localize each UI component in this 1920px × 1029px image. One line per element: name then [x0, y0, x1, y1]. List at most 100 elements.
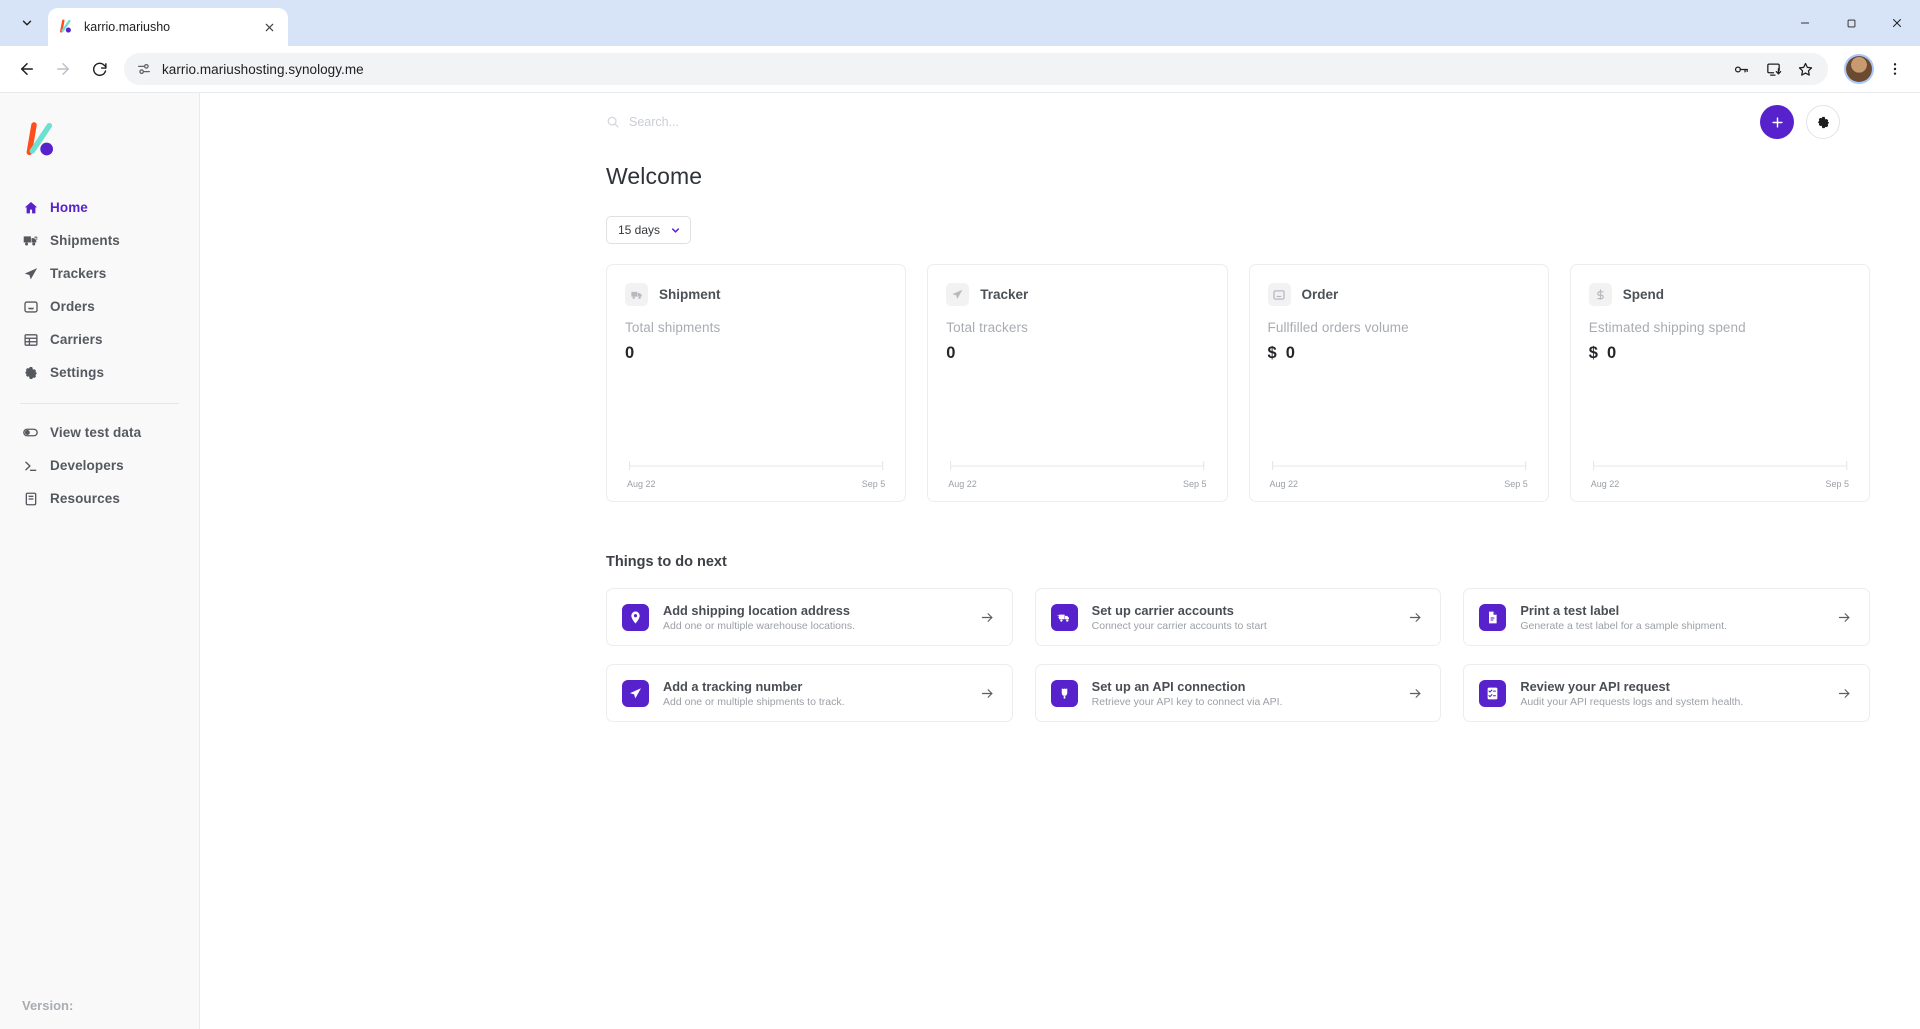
sidebar-item-settings[interactable]: Settings: [0, 356, 199, 389]
dollar-icon: [1588, 283, 1612, 306]
todo-title: Add a tracking number: [663, 678, 803, 694]
search-input[interactable]: [629, 115, 889, 129]
sparkline-chart: Aug 22 Sep 5: [1268, 458, 1530, 489]
todo-subtitle: Retrieve your API key to connect via API…: [1091, 695, 1283, 708]
stat-header: Order: [1267, 283, 1530, 306]
todo-subtitle: Generate a test label for a sample shipm…: [1520, 619, 1727, 632]
password-key-icon[interactable]: [1726, 54, 1756, 84]
bookmark-star-icon[interactable]: [1790, 54, 1820, 84]
browser-toolbar: karrio.mariushosting.synology.me: [0, 46, 1920, 93]
stat-value-row: $ 0: [1589, 344, 1851, 363]
stat-header: Spend: [1588, 283, 1851, 306]
settings-button[interactable]: [1806, 105, 1840, 139]
sidebar-item-label: Resources: [50, 491, 120, 506]
todo-text: Set up an API connection Retrieve your A…: [1092, 679, 1283, 708]
back-icon[interactable]: [10, 52, 44, 86]
stat-value: 0: [1606, 344, 1617, 362]
todo-card-setup-carrier-accounts[interactable]: Set up carrier accounts Connect your car…: [1034, 588, 1442, 646]
axis-start-label: Aug 22: [1269, 479, 1299, 489]
paper-plane-icon: [946, 283, 970, 306]
things-to-do-grid: Add shipping location address Add one or…: [606, 588, 1870, 722]
sidebar-item-label: Trackers: [50, 266, 107, 281]
delivery-truck-icon: [1050, 603, 1078, 631]
todo-text: Review your API request Audit your API r…: [1520, 679, 1743, 708]
karrio-logo[interactable]: [22, 121, 62, 165]
axis-end-label: Sep 5: [1825, 479, 1849, 489]
axis-end-label: Sep 5: [1182, 479, 1207, 489]
minimize-icon[interactable]: [1782, 0, 1828, 46]
sidebar-item-orders[interactable]: Orders: [0, 290, 199, 323]
stat-name: Tracker: [980, 287, 1029, 302]
todo-card-print-test-label[interactable]: Print a test label Generate a test label…: [1463, 588, 1870, 646]
sidebar-item-trackers[interactable]: Trackers: [0, 257, 199, 290]
arrow-right-icon: [1408, 686, 1423, 701]
arrow-right-icon: [1837, 686, 1852, 701]
todo-card-setup-api-connection[interactable]: Set up an API connection Retrieve your A…: [1034, 664, 1442, 722]
plug-icon: [1050, 679, 1078, 707]
todo-card-add-shipping-location[interactable]: Add shipping location address Add one or…: [606, 588, 1013, 646]
stat-card-tracker[interactable]: Tracker Total trackers 0 Aug 22 Sep 5: [927, 264, 1228, 502]
forward-icon[interactable]: [46, 52, 80, 86]
todo-text: Print a test label Generate a test label…: [1520, 603, 1727, 632]
axis-start-label: Aug 22: [1590, 479, 1620, 489]
stat-label: Total trackers: [946, 320, 1028, 335]
sparkline-chart: Aug 22 Sep 5: [946, 458, 1208, 489]
tab-search-button[interactable]: [12, 8, 42, 38]
sidebar-item-label: Orders: [50, 299, 95, 314]
reload-icon[interactable]: [82, 52, 116, 86]
axis-end-label: Sep 5: [861, 479, 886, 489]
main-content: Welcome 15 days Shipment: [200, 93, 1920, 1029]
paper-plane-icon: [22, 265, 39, 282]
axis-start-label: Aug 22: [627, 479, 656, 489]
browser-menu-icon[interactable]: [1880, 54, 1910, 84]
stat-value-row: 0: [946, 344, 1208, 363]
date-range-select[interactable]: 15 days: [606, 216, 692, 244]
todo-card-add-tracking-number[interactable]: Add a tracking number Add one or multipl…: [606, 664, 1013, 722]
sidebar-item-carriers[interactable]: Carriers: [0, 323, 199, 356]
sidebar-item-shipments[interactable]: Shipments: [0, 224, 199, 257]
primary-nav: Home Shipments Trackers Orders Carriers …: [0, 191, 199, 389]
stat-card-order[interactable]: Order Fullfilled orders volume $ 0 Aug 2…: [1248, 264, 1549, 502]
axis-labels: Aug 22 Sep 5: [625, 479, 887, 489]
add-button[interactable]: [1760, 105, 1794, 139]
page-viewport: Home Shipments Trackers Orders Carriers …: [0, 93, 1920, 1029]
arrow-right-icon: [980, 610, 995, 625]
install-app-icon[interactable]: [1758, 54, 1788, 84]
dashboard: Welcome 15 days Shipment Total shipments…: [200, 151, 1920, 722]
close-icon[interactable]: [260, 18, 278, 36]
todo-title: Print a test label: [1520, 602, 1620, 618]
close-window-icon[interactable]: [1874, 0, 1920, 46]
sidebar-item-developers[interactable]: Developers: [0, 449, 199, 482]
sidebar-item-resources[interactable]: Resources: [0, 482, 199, 515]
stat-value-row: 0: [625, 344, 887, 363]
chevron-down-icon: [670, 225, 681, 236]
sidebar-divider: [20, 403, 179, 404]
avatar[interactable]: [1844, 54, 1874, 84]
home-icon: [22, 199, 39, 216]
sidebar-item-view-test-data[interactable]: View test data: [0, 416, 199, 449]
sparkline-chart: Aug 22 Sep 5: [625, 458, 887, 489]
todo-card-review-api-request[interactable]: Review your API request Audit your API r…: [1463, 664, 1870, 722]
arrow-right-icon: [980, 686, 995, 701]
map-pin-icon: [622, 603, 649, 631]
search-icon: [606, 115, 620, 129]
sidebar-item-label: Shipments: [50, 233, 120, 248]
stat-label: Fullfilled orders volume: [1267, 320, 1409, 335]
sidebar-item-home[interactable]: Home: [0, 191, 199, 224]
maximize-icon[interactable]: [1828, 0, 1874, 46]
search-box[interactable]: [250, 115, 889, 129]
browser-tab[interactable]: karrio.mariusho: [48, 8, 288, 46]
site-settings-icon[interactable]: [136, 61, 152, 77]
tab-strip: karrio.mariusho: [0, 0, 1920, 46]
truck-icon: [625, 283, 648, 306]
address-bar[interactable]: karrio.mariushosting.synology.me: [124, 53, 1828, 85]
stat-value: 0: [1285, 344, 1295, 362]
stat-card-spend[interactable]: Spend Estimated shipping spend $ 0 Aug 2…: [1569, 264, 1870, 502]
terminal-icon: [22, 457, 39, 474]
url-text: karrio.mariushosting.synology.me: [162, 61, 364, 77]
inbox-icon: [22, 298, 39, 315]
sidebar-item-label: Carriers: [50, 332, 103, 347]
app-topbar: [200, 93, 1920, 151]
stat-card-shipment[interactable]: Shipment Total shipments 0 Aug 22 Sep 5: [606, 264, 907, 502]
karrio-logo-icon: [58, 19, 75, 36]
